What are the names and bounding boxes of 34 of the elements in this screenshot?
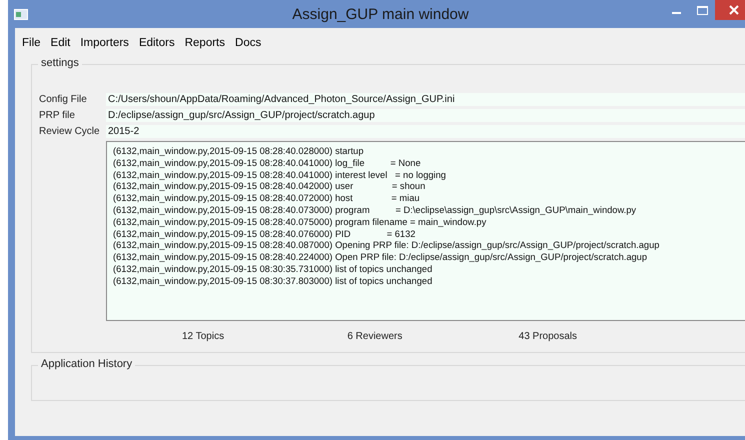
field-label: Review Cycle [39,126,101,137]
menu-item[interactable]: Edit [46,36,76,50]
log-line: (6132,main_window.py,2015-09-15 08:30:37.803000) list of topics unchanged [113,276,432,288]
close-button[interactable] [715,0,745,20]
group-title: settings [38,57,82,69]
count-label: 6 Reviewers [347,331,402,342]
menu-item[interactable]: Importers [75,36,134,50]
field-value: 2015-2 [106,125,745,138]
log-line: (6132,main_window.py,2015-09-15 08:28:40.073000) program = D:\eclipse\assign_gup\src\Assign_GUP\main_window.py [113,204,636,217]
field-value: D:/eclipse/assign_gup/src/Assign_GUP/project/scratch.agup [106,109,745,122]
count-label: 12 Topics [182,331,224,342]
log-line: (6132,main_window.py,2015-09-15 08:28:40.028000) startup [113,146,364,158]
app-icon [14,8,28,20]
log-line: (6132,main_window.py,2015-09-15 08:28:40.041000) log_file = None [113,158,421,170]
field-label: PRP file [39,110,76,121]
count-label: 43 Proposals [518,331,578,342]
field-value: C:/Users/shoun/AppData/Roaming/Advanced_Photon_Source/Assign_GUP.ini [106,93,745,106]
menu-item[interactable]: Docs [230,36,266,50]
log-line: (6132,main_window.py,2015-09-15 08:28:40.075000) program filename = main_window.py [113,216,486,229]
log-line: (6132,main_window.py,2015-09-15 08:28:40.076000) PID = 6132 [113,228,416,240]
log-line: (6132,main_window.py,2015-09-15 08:28:40.041000) interest level = no logging [113,170,446,182]
log-line: (6132,main_window.py,2015-09-15 08:28:40.087000) Opening PRP file: D:/eclipse/assign_gup/src/Assign_GUP/project/scratch.agup [113,240,660,252]
window-title: Assign_GUP main window [292,6,469,22]
menu-item[interactable]: Editors [134,36,180,50]
menu-item[interactable]: File [17,36,46,50]
log-line: (6132,main_window.py,2015-09-15 08:28:40.072000) host = miau [113,193,420,205]
log-line: (6132,main_window.py,2015-09-15 08:28:40.042000) user = shoun [113,181,426,194]
field-label: Config File [39,94,88,105]
group-title: Application History [38,358,136,370]
log-line: (6132,main_window.py,2015-09-15 08:30:35.731000) list of topics unchanged [113,264,432,276]
maximize-icon [696,6,708,14]
menu-item[interactable]: Reports [180,36,230,50]
close-icon [729,5,739,15]
log-line: (6132,main_window.py,2015-09-15 08:28:40.224000) Open PRP file: D:/eclipse/assign_gup/src/Assign_GUP/project/scratch.agup [113,252,648,264]
